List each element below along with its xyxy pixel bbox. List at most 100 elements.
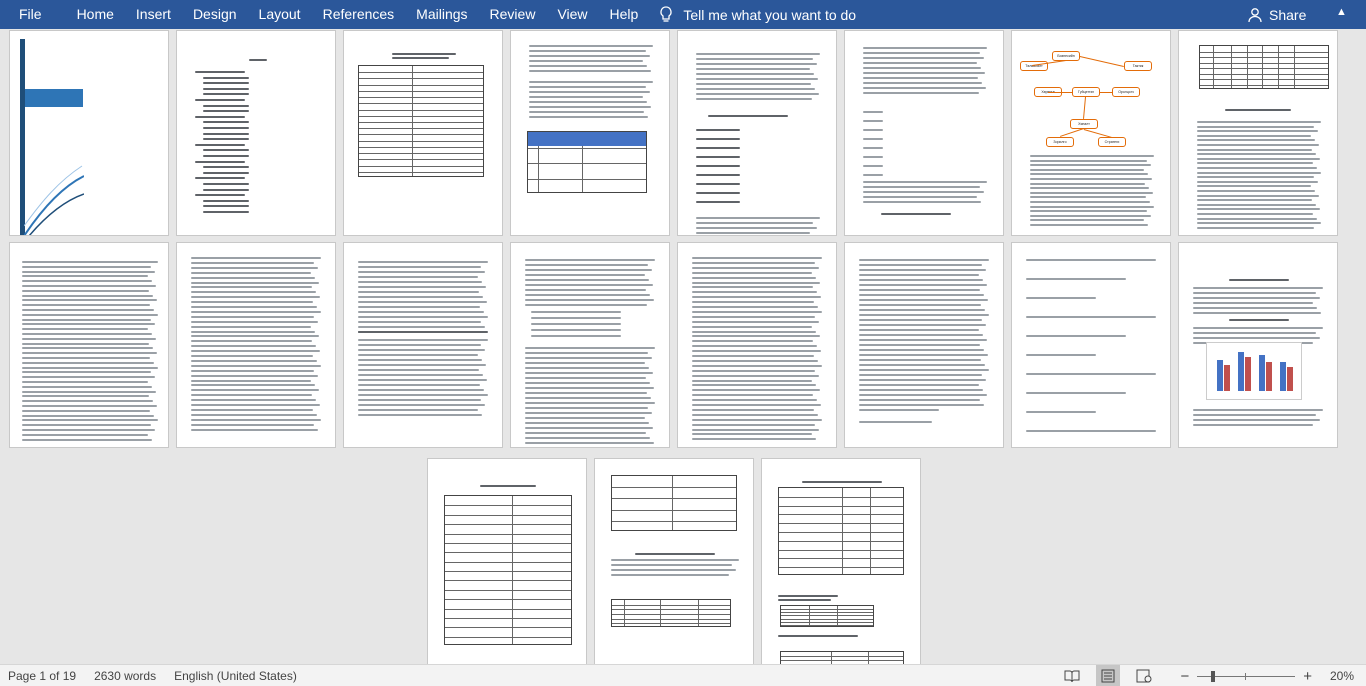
print-layout-icon[interactable] xyxy=(1096,665,1121,686)
word-count[interactable]: 2630 words xyxy=(85,669,165,683)
toc-line xyxy=(203,82,249,85)
tab-insert[interactable]: Insert xyxy=(125,0,182,29)
text-line xyxy=(22,318,151,321)
text-line xyxy=(392,53,456,55)
chart-bar xyxy=(1224,364,1230,391)
text-line xyxy=(529,81,653,83)
text-line xyxy=(1197,217,1317,220)
text-line xyxy=(525,432,646,434)
text-line xyxy=(191,335,319,338)
text-line xyxy=(692,433,812,436)
text-line xyxy=(191,310,321,313)
zoom-slider[interactable] xyxy=(1197,670,1296,682)
toc-line xyxy=(203,87,249,90)
share-button[interactable]: Share xyxy=(1247,0,1306,29)
tab-view[interactable]: View xyxy=(546,0,598,29)
page-thumbnail[interactable] xyxy=(427,458,587,664)
tab-home[interactable]: Home xyxy=(66,0,125,29)
text-line xyxy=(692,369,815,372)
text-line xyxy=(358,331,481,333)
page-thumbnail[interactable] xyxy=(9,242,169,448)
text-line xyxy=(358,296,483,298)
page-thumbnail[interactable] xyxy=(510,30,670,236)
page-thumbnail[interactable] xyxy=(1178,30,1338,236)
page-thumbnail[interactable] xyxy=(844,30,1004,236)
text-line xyxy=(525,299,654,301)
tab-mailings[interactable]: Mailings xyxy=(405,0,478,29)
text-line xyxy=(525,352,648,354)
text-line xyxy=(1193,297,1320,299)
tab-help[interactable]: Help xyxy=(599,0,650,29)
text-line xyxy=(1030,201,1150,203)
page-thumbnail[interactable] xyxy=(343,30,503,236)
text-line xyxy=(859,294,984,296)
page-thumbnail[interactable] xyxy=(176,242,336,448)
tab-design[interactable]: Design xyxy=(182,0,248,29)
page-thumbnail[interactable] xyxy=(343,242,503,448)
toc-line xyxy=(203,155,249,157)
read-mode-icon[interactable] xyxy=(1064,669,1080,683)
toc-line xyxy=(203,171,249,174)
text-line xyxy=(863,82,982,84)
text-line xyxy=(696,83,811,85)
collapse-ribbon-icon[interactable]: ▲ xyxy=(1336,6,1347,18)
tab-layout[interactable]: Layout xyxy=(248,0,312,29)
text-line xyxy=(358,276,478,278)
text-line xyxy=(863,67,981,69)
diagram-connector xyxy=(1059,128,1084,137)
zoom-in-button[interactable]: + xyxy=(1299,668,1316,685)
list-line xyxy=(863,147,883,149)
text-line xyxy=(392,57,449,59)
page-thumbnail[interactable] xyxy=(510,242,670,448)
page-thumbnail[interactable] xyxy=(9,30,169,236)
zoom-level[interactable]: 20% xyxy=(1316,669,1366,683)
text-line xyxy=(525,347,655,349)
page-count[interactable]: Page 1 of 19 xyxy=(0,669,85,683)
text-line xyxy=(1193,409,1323,411)
tab-file[interactable]: File xyxy=(0,0,66,29)
page-thumbnail[interactable] xyxy=(1011,242,1171,448)
text-line xyxy=(22,347,153,350)
page-thumbnail[interactable] xyxy=(677,30,837,236)
text-line xyxy=(191,350,320,353)
tab-review[interactable]: Review xyxy=(479,0,547,29)
text-line xyxy=(529,86,646,88)
tab-references[interactable]: References xyxy=(312,0,406,29)
text-line xyxy=(191,286,312,289)
page-thumbnail[interactable] xyxy=(176,30,336,236)
text-line xyxy=(22,289,149,292)
text-line xyxy=(692,413,818,416)
page-thumbnail[interactable]: БизнесийнТөлөвлөлтТактикХөрөнгөГүйцэтгэл… xyxy=(1011,30,1171,236)
language-indicator[interactable]: English (United States) xyxy=(165,669,306,683)
text-line xyxy=(1193,327,1323,329)
zoom-out-button[interactable]: − xyxy=(1176,668,1193,685)
web-layout-icon[interactable] xyxy=(1136,669,1152,683)
text-line xyxy=(1197,130,1318,133)
text-line xyxy=(358,414,482,416)
document-canvas[interactable]: БизнесийнТөлөвлөлтТактикХөрөнгөГүйцэтгэл… xyxy=(0,29,1366,664)
page-thumbnail[interactable] xyxy=(594,458,754,664)
field-line xyxy=(696,156,740,158)
zoom-slider-thumb[interactable] xyxy=(1211,670,1216,682)
text-line xyxy=(191,423,314,426)
text-line xyxy=(22,390,156,393)
diagram-connector xyxy=(1083,129,1112,138)
text-line xyxy=(22,381,148,383)
chart-bar xyxy=(1287,366,1293,391)
page-thumbnail[interactable] xyxy=(761,458,921,664)
text-line xyxy=(358,409,478,411)
text-line xyxy=(529,91,650,93)
tell-me-box[interactable]: Tell me what you want to do xyxy=(659,5,856,24)
text-line xyxy=(1026,259,1156,261)
text-line xyxy=(1197,157,1320,160)
page-thumbnail[interactable] xyxy=(1178,242,1338,448)
page-thumbnail[interactable] xyxy=(844,242,1004,448)
text-line xyxy=(1030,219,1144,222)
text-line xyxy=(696,58,813,60)
list-line xyxy=(863,129,883,131)
text-line xyxy=(859,284,987,286)
text-line xyxy=(358,281,482,283)
page-thumbnail[interactable] xyxy=(677,242,837,448)
text-line xyxy=(1197,125,1314,128)
field-line xyxy=(696,201,740,203)
